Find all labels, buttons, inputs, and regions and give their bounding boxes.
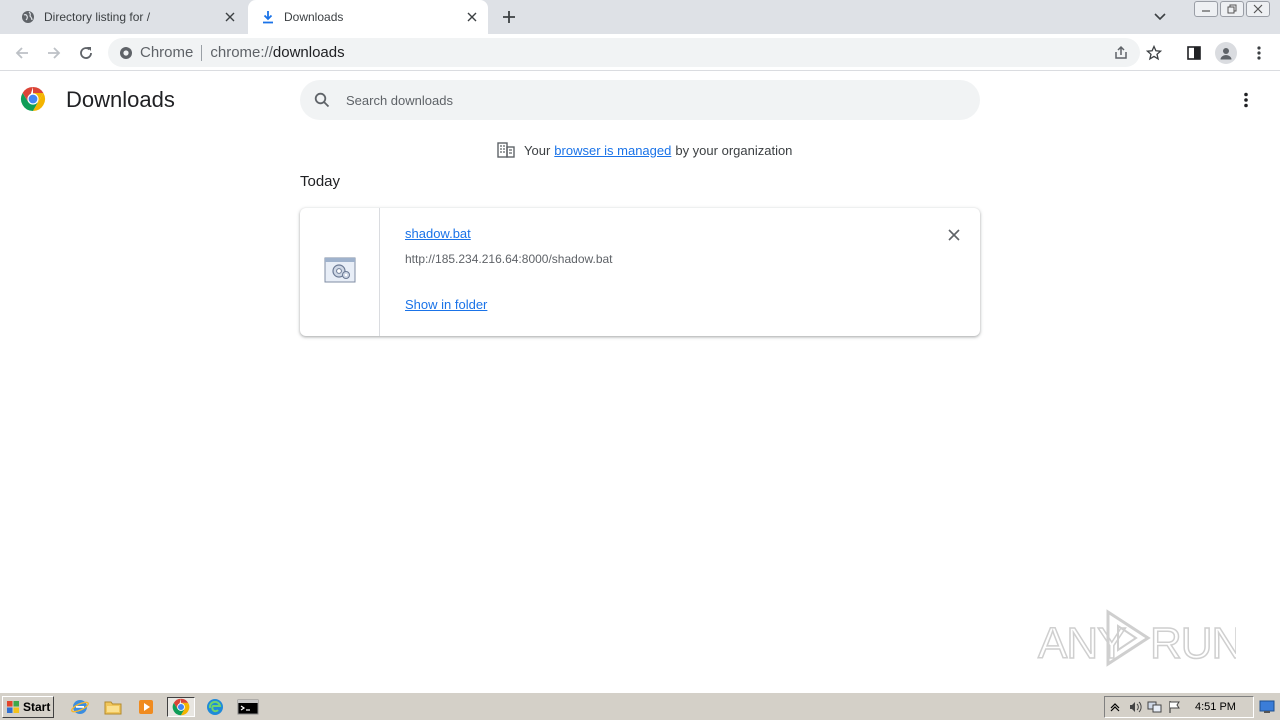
close-tab-icon[interactable] [462, 7, 482, 27]
chrome-logo-icon [20, 86, 46, 112]
network-icon[interactable] [1145, 697, 1165, 717]
close-tab-icon[interactable] [220, 7, 240, 27]
tab-title: Downloads [284, 10, 344, 24]
system-tray: 4:51 PM [1104, 696, 1254, 718]
avatar-icon [1215, 42, 1237, 64]
tab-directory-listing[interactable]: Directory listing for / [8, 0, 246, 34]
tab-strip: Directory listing for / Downloads [0, 0, 1280, 34]
media-player-icon[interactable] [135, 697, 157, 717]
new-tab-button[interactable] [498, 7, 520, 27]
omnibox-chip: Chrome [140, 44, 194, 61]
managed-notice: Your browser is managed by your organiza… [496, 140, 792, 160]
building-icon [496, 141, 516, 159]
search-icon [312, 90, 332, 110]
restore-button[interactable] [1220, 1, 1244, 17]
omnibox-url-scheme: chrome:// [210, 44, 273, 61]
globe-icon [20, 9, 36, 25]
managed-text-after: by your organization [675, 142, 793, 158]
close-window-button[interactable] [1246, 1, 1270, 17]
windows-flag-icon [6, 700, 20, 714]
minimize-button[interactable] [1194, 1, 1218, 17]
taskbar-clock[interactable]: 4:51 PM [1195, 701, 1236, 713]
managed-text-before: Your [524, 142, 551, 158]
tab-title: Directory listing for / [44, 10, 151, 24]
profile-avatar[interactable] [1213, 40, 1239, 66]
browser-toolbar: Chrome chrome://downloads [0, 34, 1280, 71]
search-box[interactable] [300, 80, 980, 120]
svg-text:RUN: RUN [1150, 619, 1236, 668]
side-panel-icon[interactable] [1181, 40, 1207, 66]
chrome-menu-icon[interactable] [1246, 40, 1272, 66]
download-item-card: shadow.bat http://185.234.216.64:8000/sh… [300, 208, 980, 336]
window-controls [1194, 1, 1270, 17]
downloads-menu-icon[interactable] [1234, 88, 1258, 112]
managed-link[interactable]: browser is managed [554, 143, 671, 158]
file-icon-column [300, 208, 380, 336]
download-icon [260, 9, 276, 25]
volume-icon[interactable] [1125, 697, 1145, 717]
edge-icon[interactable] [204, 697, 226, 717]
tab-search-chevron-icon[interactable] [1150, 8, 1170, 26]
show-desktop-icon[interactable] [1258, 698, 1276, 716]
share-icon[interactable] [1108, 38, 1134, 67]
page-title: Downloads [66, 87, 175, 112]
omnibox-divider [201, 44, 203, 61]
back-button[interactable] [9, 40, 35, 66]
bookmark-star-icon[interactable] [1141, 40, 1167, 66]
remove-download-icon[interactable] [943, 224, 965, 246]
start-label: Start [23, 700, 51, 714]
chrome-icon [118, 45, 134, 61]
forward-button[interactable] [41, 40, 67, 66]
show-hidden-icons-icon[interactable] [1105, 697, 1125, 717]
reload-button[interactable] [73, 40, 99, 66]
start-button[interactable]: Start [2, 696, 54, 718]
batch-file-icon [324, 256, 356, 289]
chrome-taskbar-icon[interactable] [167, 697, 195, 717]
omnibox-url-path: downloads [272, 44, 345, 61]
internet-explorer-icon[interactable] [69, 697, 91, 717]
file-explorer-icon[interactable] [102, 697, 124, 717]
action-center-flag-icon[interactable] [1165, 697, 1185, 717]
date-section-header: Today [300, 173, 341, 190]
windows-taskbar: Start 4:51 PM [0, 692, 1280, 720]
show-in-folder-link[interactable]: Show in folder [405, 297, 487, 312]
anyrun-watermark-logo: ANY RUN [1037, 609, 1236, 669]
download-source-url: http://185.234.216.64:8000/shadow.bat [405, 252, 613, 266]
search-input[interactable] [346, 92, 946, 108]
download-filename-link[interactable]: shadow.bat [405, 226, 471, 241]
omnibox[interactable]: Chrome chrome://downloads [108, 38, 1140, 67]
command-prompt-icon[interactable] [234, 697, 262, 717]
tab-downloads[interactable]: Downloads [248, 0, 488, 34]
